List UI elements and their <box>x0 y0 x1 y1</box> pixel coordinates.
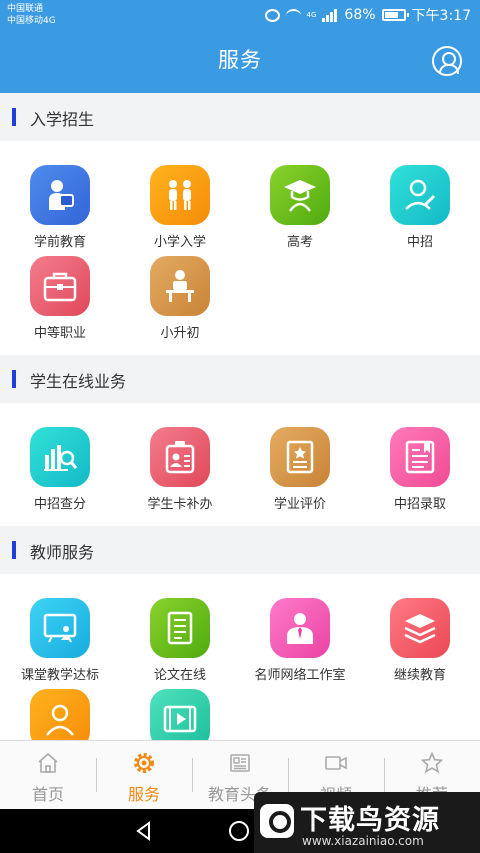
top-bar: 中国联通 中国移动4G 4G 68% 下午3:17 服务 <box>0 0 480 93</box>
gear-icon <box>131 751 157 775</box>
service-grid-teacher: 课堂教学达标 论文在线 名师网络工作室 继续教育 <box>0 574 480 740</box>
service-label: 中招 <box>406 235 433 250</box>
carrier-2: 中国移动4G <box>7 16 56 26</box>
service-grid-student-online: 中招查分 学生卡补办 学业评价 中招录取 <box>0 403 480 526</box>
status-icons: 4G 68% 下午3:17 <box>264 6 471 24</box>
service-label: 学前教育 <box>33 235 86 250</box>
service-label: 学业评价 <box>273 497 326 512</box>
service-label: 论文在线 <box>153 668 206 683</box>
book-bookmark-icon <box>390 427 450 487</box>
service-item-vocational[interactable]: 中等职业 <box>0 256 120 347</box>
battery-icon <box>381 9 409 21</box>
watermark: 下载鸟资源 www.xiazainiao.com <box>254 792 480 853</box>
back-icon[interactable] <box>134 821 154 841</box>
home-icon <box>35 751 61 775</box>
services-content[interactable]: 入学招生 学前教育 小学入学 高考 中招 中等职业 小升初 学生在线业务 中招查… <box>0 93 480 740</box>
alarm-clock-icon <box>264 8 280 22</box>
carrier-info: 中国联通 中国移动4G <box>7 3 56 27</box>
tab-home[interactable]: 首页 <box>0 741 96 809</box>
service-label: 中招查分 <box>33 497 86 512</box>
section-header-enrollment: 入学招生 <box>0 93 480 141</box>
star-icon <box>419 751 445 775</box>
section-marker <box>12 541 16 559</box>
service-item-student-card[interactable]: 学生卡补办 <box>120 427 240 518</box>
books-stack-icon <box>390 598 450 658</box>
document-lines-icon <box>150 598 210 658</box>
section-marker <box>12 370 16 388</box>
id-card-icon <box>150 427 210 487</box>
service-label: 中招录取 <box>393 497 446 512</box>
section-title: 学生在线业务 <box>30 372 127 391</box>
tab-services[interactable]: 服务 <box>96 741 192 809</box>
profile-icon[interactable] <box>432 46 462 76</box>
section-title: 教师服务 <box>30 543 95 562</box>
section-header-teacher: 教师服务 <box>0 526 480 574</box>
service-item-xiaoshengchu[interactable]: 小升初 <box>120 256 240 347</box>
service-item-academic-evaluation[interactable]: 学业评价 <box>240 427 360 518</box>
signal-icon <box>322 8 338 22</box>
service-label: 课堂教学达标 <box>20 668 99 683</box>
service-item-admission[interactable]: 中招录取 <box>360 427 480 518</box>
student-pen-icon <box>390 165 450 225</box>
briefcase-icon <box>30 256 90 316</box>
section-marker <box>12 108 16 126</box>
service-grid-enrollment: 学前教育 小学入学 高考 中招 中等职业 小升初 <box>0 141 480 355</box>
service-item-papers-online[interactable]: 论文在线 <box>120 598 240 689</box>
blackboard-icon <box>30 598 90 658</box>
pupils-icon <box>150 165 210 225</box>
video-film-icon <box>150 689 210 740</box>
watermark-url: www.xiazainiao.com <box>302 834 424 848</box>
status-bar: 中国联通 中国移动4G 4G 68% 下午3:17 <box>0 0 480 32</box>
certificate-icon <box>270 427 330 487</box>
page-title: 服务 <box>218 48 262 72</box>
graduation-cap-icon <box>270 165 330 225</box>
service-item-zhongzhao[interactable]: 中招 <box>360 165 480 256</box>
student-desk-icon <box>150 256 210 316</box>
status-time: 下午3:17 <box>411 8 471 24</box>
service-label: 名师网络工作室 <box>254 668 346 683</box>
service-label: 学生卡补办 <box>147 497 213 512</box>
teacher-tie-icon <box>270 598 330 658</box>
carrier-1: 中国联通 <box>7 4 44 14</box>
newspaper-icon <box>227 751 253 775</box>
video-camera-icon <box>323 751 349 775</box>
tab-label: 服务 <box>127 785 160 804</box>
service-label: 小升初 <box>160 326 200 341</box>
person-profile-icon <box>30 689 90 740</box>
home-button-icon[interactable] <box>229 821 249 841</box>
service-item-classroom-standard[interactable]: 课堂教学达标 <box>0 598 120 689</box>
section-title: 入学招生 <box>30 110 95 129</box>
lte-label: 4G <box>306 11 317 19</box>
service-label: 中等职业 <box>33 326 86 341</box>
service-label: 继续教育 <box>393 668 446 683</box>
service-item-continuing-education[interactable]: 继续教育 <box>360 598 480 689</box>
watermark-logo-icon <box>260 804 294 838</box>
service-label: 小学入学 <box>153 235 206 250</box>
service-item-teacher-studio[interactable]: 名师网络工作室 <box>240 598 360 689</box>
chart-search-icon <box>30 427 90 487</box>
service-item-primary-school[interactable]: 小学入学 <box>120 165 240 256</box>
service-item-person-profile[interactable] <box>0 689 120 740</box>
service-item-score-query[interactable]: 中招查分 <box>0 427 120 518</box>
wifi-icon <box>285 8 301 22</box>
battery-percent: 68% <box>344 7 376 23</box>
reading-child-icon <box>30 165 90 225</box>
section-header-student-online: 学生在线业务 <box>0 355 480 403</box>
service-item-video-course[interactable] <box>120 689 240 740</box>
tab-label: 首页 <box>31 785 64 804</box>
watermark-title: 下载鸟资源 <box>300 805 440 836</box>
service-label: 高考 <box>286 235 313 250</box>
service-item-preschool[interactable]: 学前教育 <box>0 165 120 256</box>
service-item-gaokao[interactable]: 高考 <box>240 165 360 256</box>
